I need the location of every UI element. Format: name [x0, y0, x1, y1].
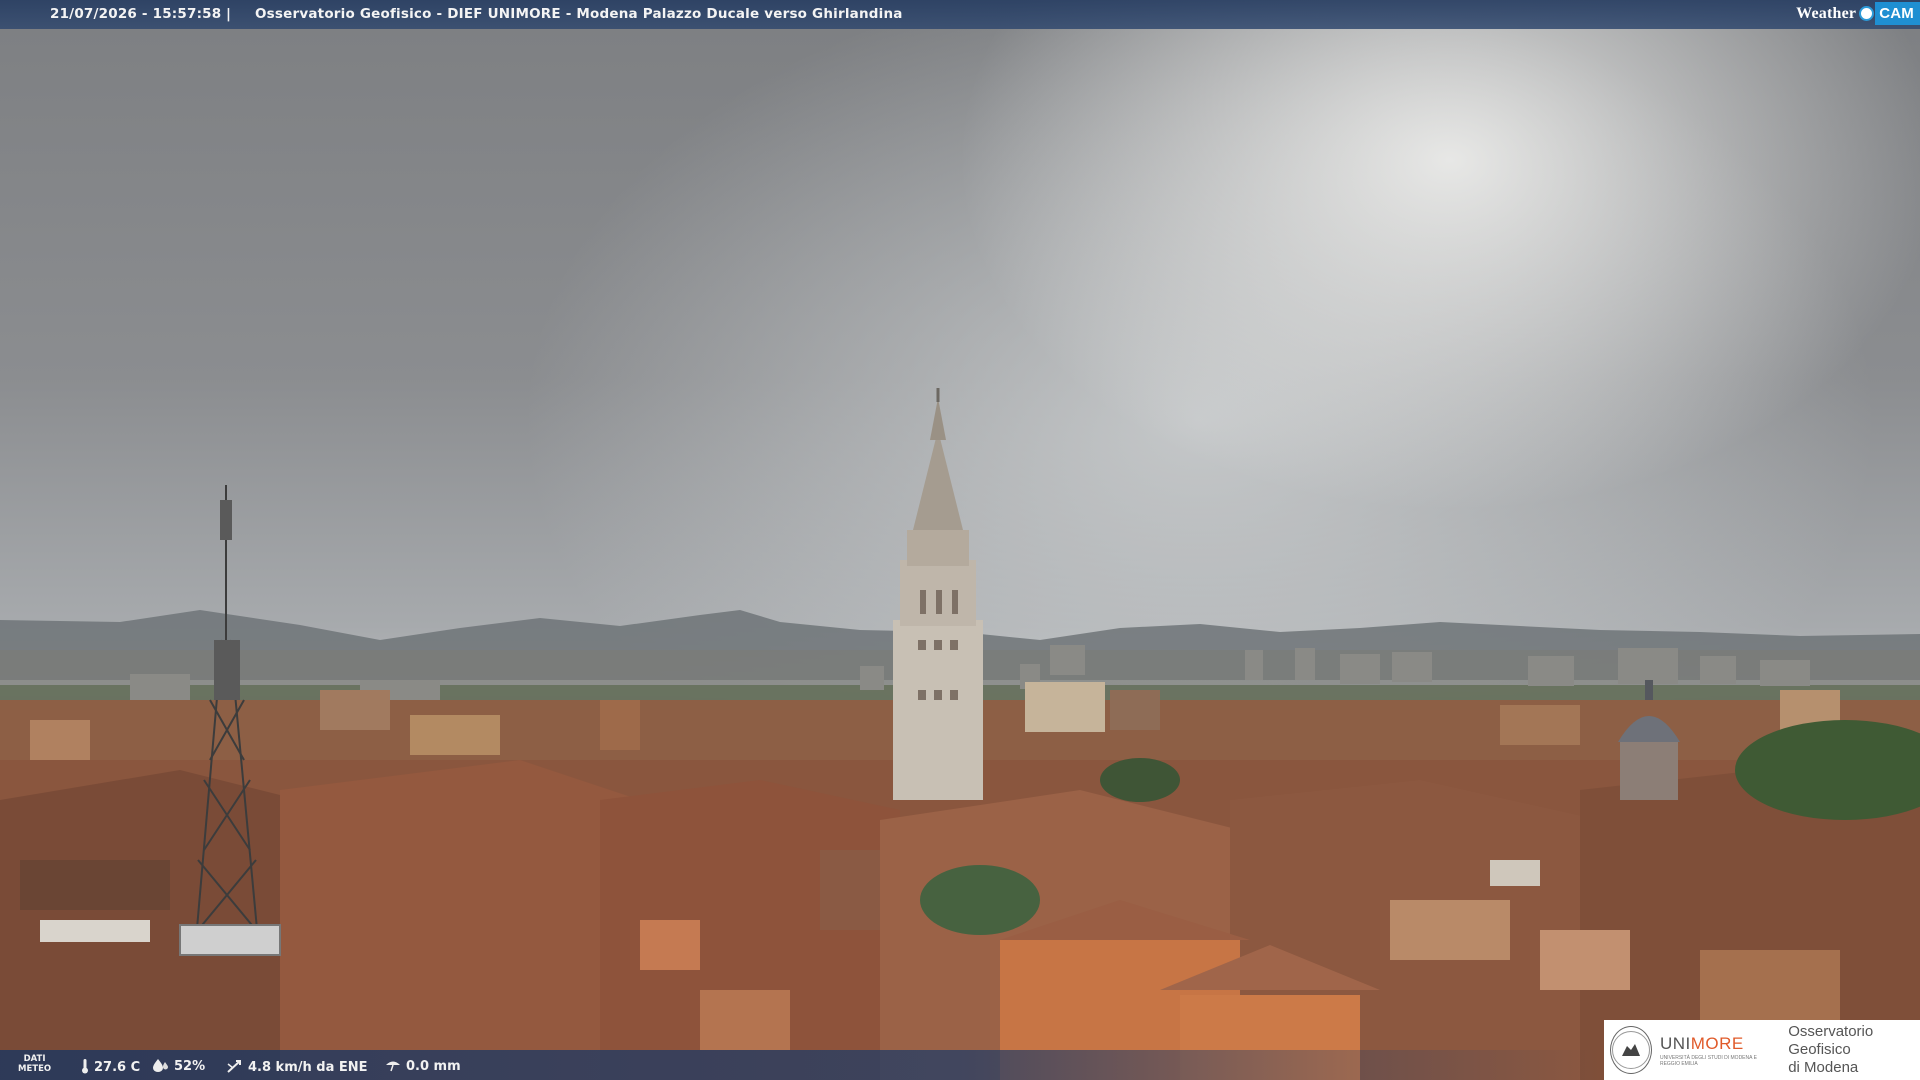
- meteo-label-line1: DATI: [23, 1054, 46, 1064]
- humidity-reading: 52%: [152, 1058, 205, 1075]
- caption-bar: 21/07/2026 - 15:57:58 | Osservatorio Geo…: [0, 0, 1920, 29]
- unimore-wordmark: UNIMORE UNIVERSITÀ DEGLI STUDI DI MODENA…: [1660, 1034, 1778, 1067]
- thermometer-icon: [80, 1058, 90, 1077]
- temperature-value: 27.6 C: [94, 1060, 141, 1075]
- observatory-line2: di Modena: [1788, 1059, 1859, 1076]
- unimore-logo: UNIMORE UNIVERSITÀ DEGLI STUDI DI MODENA…: [1604, 1020, 1920, 1080]
- wind-value: 4.8 km/h da ENE: [248, 1060, 368, 1075]
- rain-reading: 0.0 mm: [384, 1058, 461, 1075]
- unimore-prefix: UNI: [1659, 1033, 1691, 1053]
- wind-reading: 4.8 km/h da ENE: [226, 1058, 368, 1077]
- weathercam-cam-text: CAM: [1875, 2, 1920, 25]
- observatory-line1: Osservatorio Geofisico: [1788, 1023, 1874, 1058]
- unimore-subtitle: UNIVERSITÀ DEGLI STUDI DI MODENA E REGGI…: [1659, 1054, 1757, 1067]
- rain-icon: [384, 1058, 402, 1075]
- unimore-name: UNIMORE: [1660, 1034, 1778, 1054]
- humidity-icon: [152, 1058, 170, 1075]
- weathercam-logo: Weather CAM: [1796, 0, 1920, 27]
- unimore-suffix: MORE: [1690, 1033, 1744, 1053]
- city-panorama: [0, 388, 1920, 1080]
- temperature-reading: 27.6 C: [80, 1058, 140, 1077]
- rain-value: 0.0 mm: [406, 1059, 461, 1074]
- wind-icon: [226, 1058, 244, 1077]
- weather-data-strip: DATI METEO 27.6 C 52% 4.8 km/h da ENE 0.…: [0, 1050, 1600, 1080]
- rooftop-structure-2: [1490, 860, 1540, 886]
- caption-separator: |: [226, 6, 232, 22]
- meteo-label-line2: METEO: [18, 1064, 52, 1074]
- camera-title: Osservatorio Geofisico - DIEF UNIMORE - …: [255, 6, 903, 22]
- unimore-seal-icon: [1610, 1026, 1652, 1074]
- meteo-label: DATI METEO: [18, 1054, 51, 1074]
- humidity-value: 52%: [174, 1059, 206, 1074]
- datetime: 21/07/2026 - 15:57:58: [50, 6, 222, 22]
- trees-center: [920, 865, 1040, 935]
- weathercam-dot-icon: [1859, 6, 1875, 21]
- trees-center-2: [1100, 758, 1180, 802]
- rooftop-structure: [40, 920, 150, 942]
- observatory-name: Osservatorio Geofisico di Modena: [1788, 1023, 1920, 1077]
- ghirlandina-tower: [893, 388, 983, 800]
- weathercam-weather-text: Weather: [1796, 4, 1857, 22]
